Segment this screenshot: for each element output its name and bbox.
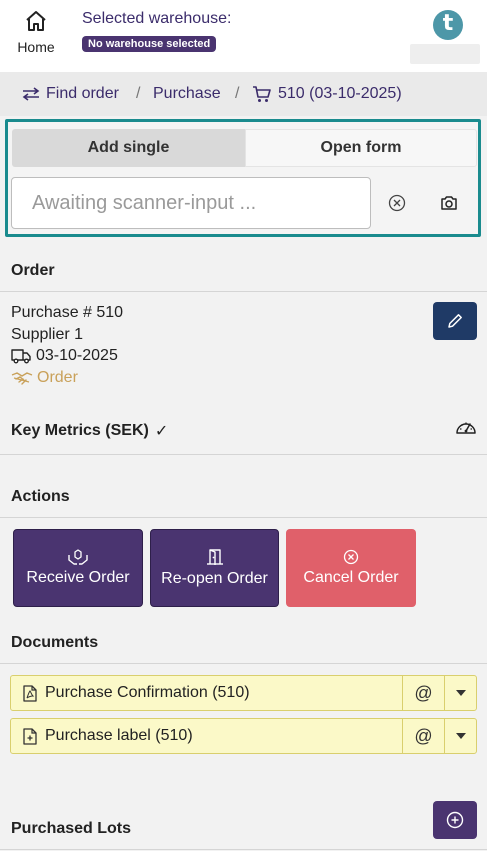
metrics-gauge-button[interactable]	[455, 418, 477, 441]
document-row-purchase-label: Purchase label (510) @	[10, 718, 477, 754]
receive-order-label: Receive Order	[26, 569, 130, 586]
order-status-label: Order	[37, 369, 78, 386]
cancel-order-label: Cancel Order	[303, 569, 399, 586]
receive-hands-icon	[68, 549, 88, 565]
handshake-icon	[11, 372, 33, 385]
breadcrumb-current: 510 (03-10-2025)	[252, 85, 402, 103]
breadcrumb-find-order[interactable]: Find order	[22, 85, 119, 103]
breadcrumb: Find order / Purchase / 510 (03-10-2025)	[0, 72, 487, 116]
camera-icon	[441, 196, 457, 210]
top-header: Home Selected warehouse: No warehouse se…	[0, 0, 487, 72]
purchase-confirmation-label: Purchase Confirmation (510)	[45, 684, 250, 701]
truck-icon	[11, 349, 31, 364]
caret-down-icon	[455, 690, 466, 696]
key-metrics-toggle[interactable]: Key Metrics (SEK) ✓	[11, 421, 168, 441]
actions-section-title: Actions	[11, 488, 70, 505]
divider	[0, 517, 487, 518]
purchase-label-dropdown[interactable]	[444, 719, 476, 753]
delivery-date-label: 03-10-2025	[36, 347, 118, 364]
camera-scan-button[interactable]	[436, 190, 462, 216]
open-purchase-confirmation[interactable]: Purchase Confirmation (510)	[11, 676, 402, 710]
check-icon: ✓	[154, 423, 169, 440]
purchase-number: Purchase # 510	[11, 304, 124, 321]
document-row-purchase-confirmation: Purchase Confirmation (510) @	[10, 675, 477, 711]
cancel-circle-icon	[343, 549, 359, 565]
door-open-icon	[206, 549, 223, 565]
file-plus-icon	[23, 727, 37, 745]
divider	[0, 849, 487, 850]
divider	[0, 291, 487, 292]
purchase-confirmation-dropdown[interactable]	[444, 676, 476, 710]
purchased-lots-section-title: Purchased Lots	[11, 820, 132, 837]
divider	[0, 663, 487, 664]
home-button[interactable]: Home	[12, 10, 60, 62]
receive-order-button[interactable]: Receive Order	[13, 529, 143, 607]
home-label: Home	[17, 39, 55, 55]
tab-add-single[interactable]: Add single	[12, 129, 245, 167]
breadcrumb-purchase-label: Purchase	[153, 85, 221, 102]
supplier-name: Supplier 1	[11, 326, 84, 343]
email-purchase-confirmation-button[interactable]: @	[402, 676, 444, 710]
order-status: Order	[11, 369, 78, 387]
scanner-input[interactable]	[11, 177, 371, 229]
edit-order-button[interactable]	[433, 302, 477, 340]
open-purchase-label[interactable]: Purchase label (510)	[11, 719, 402, 753]
tab-open-form[interactable]: Open form	[245, 129, 477, 167]
clear-input-button[interactable]	[384, 190, 410, 216]
speedometer-icon	[456, 422, 476, 434]
cart-icon	[253, 86, 271, 102]
breadcrumb-current-label: 510 (03-10-2025)	[278, 85, 402, 102]
delivery-date: 03-10-2025	[11, 347, 118, 365]
order-section-title: Order	[11, 262, 55, 279]
breadcrumb-separator: /	[235, 85, 240, 102]
clear-circle-icon	[388, 194, 406, 212]
key-metrics-title: Key Metrics (SEK)	[11, 422, 149, 439]
divider	[0, 454, 487, 455]
user-name-placeholder	[410, 44, 480, 64]
warehouse-title: Selected warehouse:	[82, 10, 232, 27]
reopen-order-label: Re-open Order	[161, 570, 268, 587]
plus-circle-icon	[446, 811, 464, 829]
brand-logo[interactable]: t	[433, 10, 463, 40]
warehouse-badge[interactable]: No warehouse selected	[82, 36, 217, 52]
reopen-order-button[interactable]: Re-open Order	[150, 529, 279, 607]
documents-section-title: Documents	[11, 634, 99, 651]
email-purchase-label-button[interactable]: @	[402, 719, 444, 753]
home-icon	[26, 11, 46, 31]
scanner-panel: Add single Open form	[5, 119, 481, 237]
cancel-order-button[interactable]: Cancel Order	[286, 529, 416, 607]
swap-arrows-icon	[22, 87, 40, 101]
purchase-label-label: Purchase label (510)	[45, 727, 193, 744]
breadcrumb-separator: /	[136, 85, 141, 102]
pencil-icon	[448, 314, 462, 328]
pdf-file-icon	[23, 684, 37, 702]
caret-down-icon	[455, 733, 466, 739]
breadcrumb-find-order-label: Find order	[46, 85, 119, 102]
breadcrumb-purchase[interactable]: Purchase	[153, 85, 221, 103]
add-lot-button[interactable]	[433, 801, 477, 839]
